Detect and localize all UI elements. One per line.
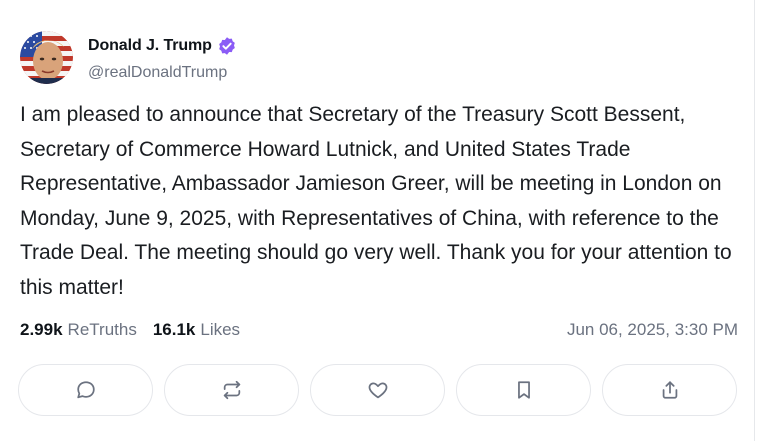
- share-icon: [659, 379, 681, 401]
- post-stats: 2.99k ReTruths 16.1k Likes: [20, 318, 240, 342]
- avatar-image: [20, 31, 73, 84]
- like-button[interactable]: [310, 364, 445, 416]
- likes-count[interactable]: 16.1k: [153, 320, 196, 340]
- retruths-label[interactable]: ReTruths: [68, 320, 137, 340]
- post-card: Donald J. Trump @realDonaldTrump I am pl…: [0, 0, 754, 441]
- reply-button[interactable]: [18, 364, 153, 416]
- likes-label[interactable]: Likes: [200, 320, 240, 340]
- post-timestamp[interactable]: Jun 06, 2025, 3:30 PM: [567, 318, 738, 342]
- column-divider: [754, 0, 755, 441]
- retruths-count[interactable]: 2.99k: [20, 320, 63, 340]
- author-display-name[interactable]: Donald J. Trump: [88, 37, 212, 55]
- heart-icon: [367, 379, 389, 401]
- retruth-icon: [221, 379, 243, 401]
- post-action-bar: [18, 364, 737, 416]
- author-name-row: Donald J. Trump: [88, 35, 237, 57]
- bookmark-button[interactable]: [456, 364, 591, 416]
- retruth-button[interactable]: [164, 364, 299, 416]
- reply-icon: [75, 379, 97, 401]
- bookmark-icon: [513, 379, 535, 401]
- post-body-text: I am pleased to announce that Secretary …: [20, 103, 732, 299]
- verified-badge-icon: [217, 36, 237, 56]
- share-button[interactable]: [602, 364, 737, 416]
- author-handle[interactable]: @realDonaldTrump: [88, 64, 227, 82]
- avatar[interactable]: [20, 31, 73, 84]
